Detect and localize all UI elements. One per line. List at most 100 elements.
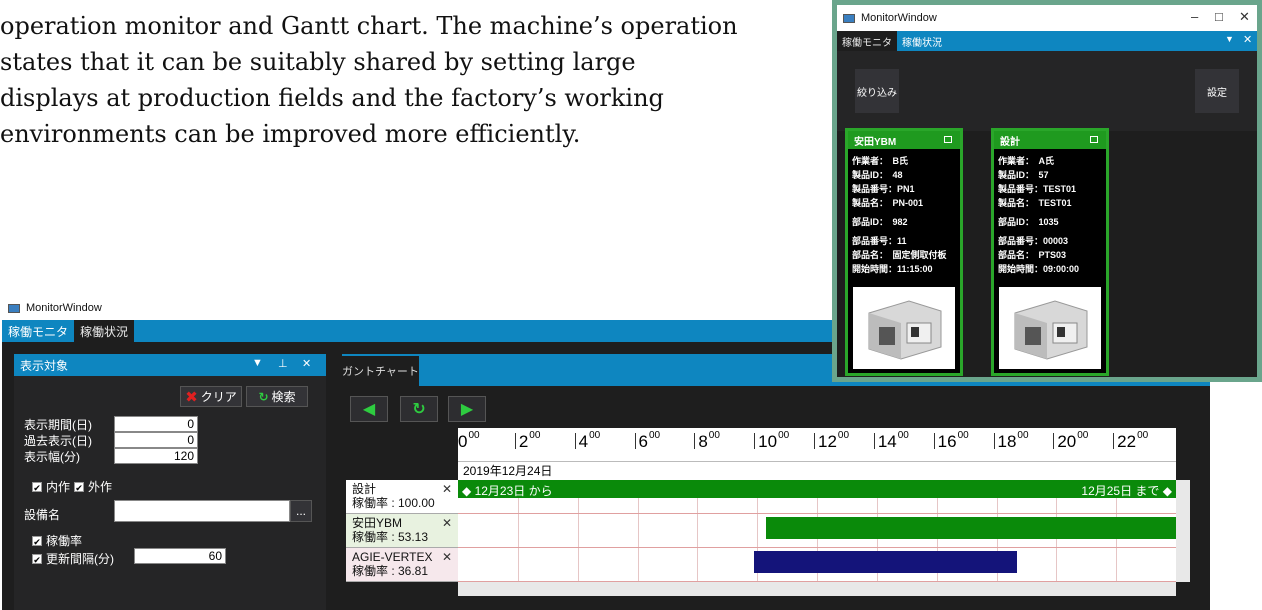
operation-rate: 稼働率 : 53.13 xyxy=(352,530,429,544)
hour-tick: 1800 xyxy=(993,430,1029,452)
card-detail-line: 作業者： A氏 xyxy=(998,156,1054,166)
close-icon[interactable]: ✕ xyxy=(302,357,311,370)
card-title: 安田YBM xyxy=(854,136,897,148)
close-icon[interactable]: ✕ xyxy=(1243,33,1252,46)
grid-line xyxy=(577,548,579,581)
equipment-name-input[interactable] xyxy=(114,500,290,522)
arrow-left-icon: ◀ xyxy=(362,401,376,418)
dropdown-icon[interactable]: ▼ xyxy=(252,357,263,369)
refresh-button[interactable]: ↻ xyxy=(400,396,438,422)
update-interval-input[interactable]: 60 xyxy=(134,548,226,564)
card-detail-line: 部品名： PTS03 xyxy=(998,250,1067,260)
machine-image xyxy=(853,287,955,369)
horizontal-scrollbar[interactable] xyxy=(458,582,1176,596)
remove-row-icon[interactable]: ✕ xyxy=(442,482,452,496)
gantt-bar[interactable]: ◆ 12月23日 から 12月25日 まで ◆ xyxy=(458,480,1176,498)
display-width-input[interactable]: 120 xyxy=(114,448,198,464)
operation-rate: 稼働率 : 100.00 xyxy=(352,496,435,510)
maximize-icon[interactable] xyxy=(944,136,952,143)
tab-operation-monitor[interactable]: 稼働モニタ xyxy=(2,320,74,342)
past-display-input[interactable]: 0 xyxy=(114,432,198,448)
close-icon[interactable]: ✕ xyxy=(1239,9,1250,25)
tick-mark xyxy=(1113,433,1115,449)
tick-mark xyxy=(873,433,875,449)
gantt-panel: ガントチャート ◀ ↻ ▶ 000 200 400 600 800 1000 1200 140… xyxy=(342,354,1210,610)
maximize-icon[interactable]: □ xyxy=(1215,9,1223,24)
rate-checkbox[interactable]: ✔ xyxy=(32,535,42,547)
interval-checkbox[interactable]: ✔ xyxy=(32,553,42,565)
tick-mark xyxy=(514,433,516,449)
paper-line: states that it can be suitably shared by… xyxy=(0,48,636,76)
tab-operation-status[interactable]: 稼働状況 xyxy=(897,31,947,51)
minute-label: 00 xyxy=(778,430,790,441)
tab-operation-status[interactable]: 稼働状況 xyxy=(74,320,135,342)
card-header: 設計 xyxy=(994,131,1106,149)
tab-gantt-chart[interactable]: ガントチャート xyxy=(342,354,419,386)
grid-line xyxy=(637,548,639,581)
hour-label: 12 xyxy=(818,432,837,451)
card-detail-line: 部品番号：11 xyxy=(852,236,907,246)
minimize-icon[interactable]: – xyxy=(1191,9,1198,24)
internal-checkbox[interactable]: ✔ xyxy=(32,481,42,493)
remove-row-icon[interactable]: ✕ xyxy=(442,550,452,564)
card-detail-line: 開始時間：09:00:00 xyxy=(998,264,1080,274)
grid-line xyxy=(577,514,579,547)
filter-button[interactable]: 絞り込み xyxy=(855,69,899,113)
bar-to-label: 12月25日 まで ◆ xyxy=(1081,484,1172,498)
maximize-icon[interactable] xyxy=(1090,136,1098,143)
browse-button[interactable]: ... xyxy=(290,500,312,522)
hour-tick: 1400 xyxy=(873,430,909,452)
hour-tick: 2000 xyxy=(1053,430,1089,452)
hour-tick: 1200 xyxy=(814,430,849,452)
gantt-row-label[interactable]: 安田YBM 稼働率 : 53.13 ✕ xyxy=(346,514,458,548)
external-checkbox[interactable]: ✔ xyxy=(74,481,85,493)
display-period-input[interactable]: 0 xyxy=(114,416,198,432)
card-detail-line: 部品名： 固定側取付板 xyxy=(852,250,947,260)
pin-icon[interactable]: ⊥ xyxy=(278,357,288,370)
to-text: 12月25日 まで xyxy=(1081,484,1160,498)
monitor-card-window: MonitorWindow – □ ✕ 稼働モニタ 稼働状況 ▼ ✕ 絞り込み … xyxy=(832,0,1262,382)
tick-mark xyxy=(754,433,756,449)
tab-operation-monitor[interactable]: 稼働モニタ xyxy=(837,31,897,51)
gantt-row-track: ◆ 12月23日 から 12月25日 まで ◆ xyxy=(458,480,1176,514)
tick-mark xyxy=(814,433,815,449)
display-period-label: 表示期間(日) xyxy=(24,418,92,432)
clear-button[interactable]: ✖ クリア xyxy=(180,386,242,407)
remove-row-icon[interactable]: ✕ xyxy=(442,516,452,530)
window-title: MonitorWindow xyxy=(26,302,102,314)
dropdown-icon[interactable]: ▼ xyxy=(1225,34,1234,44)
panel-header: 表示対象 ▼ ⊥ ✕ xyxy=(14,354,326,376)
hour-tick: 800 xyxy=(694,430,720,452)
past-display-label: 過去表示(日) xyxy=(24,434,92,448)
external-label: 外作 xyxy=(88,480,113,494)
monitor-tabbar: 稼働モニタ 稼働状況 ▼ ✕ xyxy=(837,31,1257,51)
card-detail-line: 製品名： TEST01 xyxy=(998,198,1072,208)
red-x-icon: ✖ xyxy=(185,388,198,406)
machine-card[interactable]: 設計 作業者： A氏 製品ID： 57 製品番号：TEST01 製品名： TEST01 部… xyxy=(991,128,1109,376)
search-button[interactable]: ↻ 検索 xyxy=(246,386,308,407)
minute-label: 00 xyxy=(897,430,909,441)
hour-label: 16 xyxy=(937,432,957,451)
paper-line: operation monitor and Gantt chart. The m… xyxy=(0,12,738,40)
prev-arrow-button[interactable]: ◀ xyxy=(350,396,388,422)
refresh-icon: ↻ xyxy=(258,389,269,404)
vertical-scrollbar[interactable] xyxy=(1176,480,1190,582)
grid-line xyxy=(697,514,699,547)
gantt-time-header: 000 200 400 600 800 1000 1200 1400 1600 1800 2000 2… xyxy=(458,428,1176,462)
grid-line xyxy=(517,548,519,581)
machine-image xyxy=(999,287,1101,369)
machine-card[interactable]: 安田YBM 作業者： B氏 製品ID： 48 製品番号：PN1 製品名： PN-001 部… xyxy=(845,128,963,376)
settings-button[interactable]: 設定 xyxy=(1195,69,1239,113)
minute-label: 00 xyxy=(1077,430,1089,441)
gantt-bar[interactable] xyxy=(766,517,1176,539)
gantt-row-label[interactable]: 設計 稼働率 : 100.00 ✕ xyxy=(346,480,458,514)
next-arrow-button[interactable]: ▶ xyxy=(448,396,486,422)
gantt-bar[interactable] xyxy=(754,551,1018,573)
card-detail-line: 製品名： PN-001 xyxy=(852,198,924,208)
hour-label: 4 xyxy=(578,432,589,451)
card-detail-line: 部品ID： 982 xyxy=(852,217,908,227)
grid-line xyxy=(637,514,639,547)
gantt-date-label: 2019年12月24日 xyxy=(458,462,1176,480)
hour-label: 10 xyxy=(758,432,778,451)
gantt-row-label[interactable]: AGIE-VERTEX 稼働率 : 36.81 ✕ xyxy=(346,548,458,582)
